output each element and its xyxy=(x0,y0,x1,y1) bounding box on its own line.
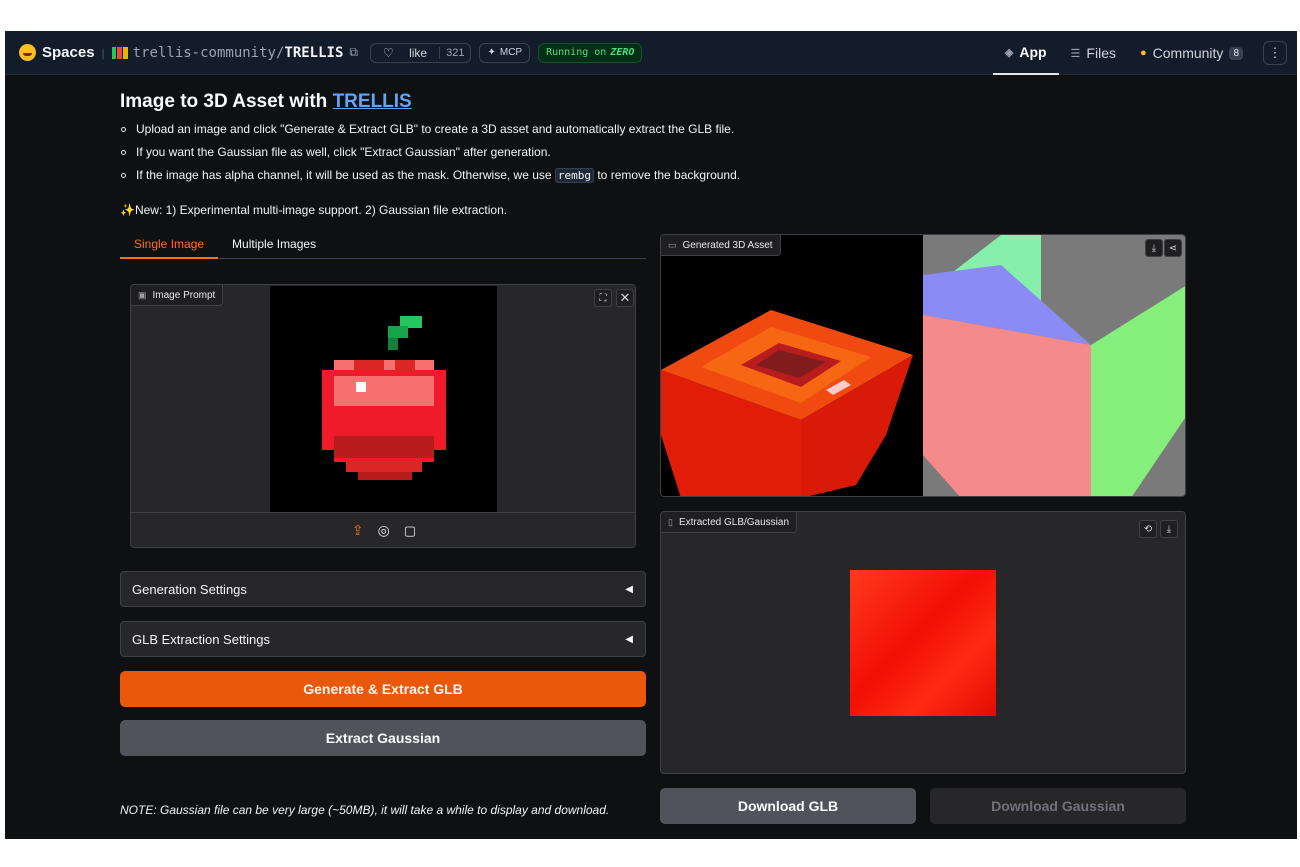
download-icon[interactable]: ⤓ xyxy=(1145,239,1163,257)
brand-label: Spaces xyxy=(42,44,95,61)
news-text: New: 1) Experimental multi-image support… xyxy=(134,203,508,217)
copy-icon[interactable]: ⧉ xyxy=(349,45,358,60)
input-tabs: Single Image Multiple Images xyxy=(120,235,646,259)
download-gaussian-button[interactable]: Download Gaussian xyxy=(930,788,1186,824)
mcp-icon: ✦ xyxy=(487,47,496,58)
top-nav: Spaces | trellis-community/TRELLIS ⧉ ♡ l… xyxy=(5,31,1297,75)
download-icon[interactable]: ⤓ xyxy=(1160,520,1178,538)
tab-single-image[interactable]: Single Image xyxy=(120,235,219,259)
image-icon: ▣ xyxy=(138,289,147,300)
generated-asset-label: ▭ Generated 3D Asset xyxy=(661,235,781,256)
glb-extraction-settings-accordion[interactable]: GLB Extraction Settings ◀ xyxy=(120,621,646,657)
extracted-glb-label: ▯ Extracted GLB/Gaussian xyxy=(661,512,798,533)
running-hardware: ZERO xyxy=(610,47,635,58)
glb-extraction-settings-label: GLB Extraction Settings xyxy=(132,631,271,647)
more-menu-icon[interactable]: ⋮ xyxy=(1263,41,1287,65)
app-cube-icon: ◈ xyxy=(1004,46,1014,59)
spaces-link[interactable]: Spaces xyxy=(19,44,95,61)
uploaded-image xyxy=(270,286,497,512)
download-glb-button[interactable]: Download GLB xyxy=(660,788,916,824)
instruction-text-after: to remove the background. xyxy=(594,168,741,182)
repo-name: TRELLIS xyxy=(284,44,344,61)
reset-view-icon[interactable]: ⟲ xyxy=(1139,520,1157,538)
image-prompt-label-text: Image Prompt xyxy=(152,289,216,301)
close-icon[interactable]: ✕ xyxy=(616,289,634,307)
extracted-glb-label-text: Extracted GLB/Gaussian xyxy=(678,516,790,528)
file-icon: ▯ xyxy=(668,516,673,527)
like-button[interactable]: ♡ like 321 xyxy=(369,42,472,63)
running-label: Running on xyxy=(546,47,607,58)
heart-icon: ♡ xyxy=(382,45,394,60)
files-icon: ☰ xyxy=(1070,47,1081,60)
generation-settings-label: Generation Settings xyxy=(132,581,247,597)
fullscreen-icon[interactable]: ⛶ xyxy=(594,289,612,307)
instructions-list: Upload an image and click "Generate & Ex… xyxy=(120,122,740,191)
repo-avatar-icon xyxy=(111,46,128,59)
tab-multiple-images[interactable]: Multiple Images xyxy=(218,235,330,259)
nav-separator: | xyxy=(101,45,105,60)
instruction-text-before: If the image has alpha channel, it will … xyxy=(136,168,555,182)
tab-files-label: Files xyxy=(1086,45,1116,61)
like-label: like xyxy=(409,45,428,60)
rembg-code: rembg xyxy=(554,168,595,183)
collapse-arrow-icon: ◀ xyxy=(625,583,633,595)
generated-3d-asset-panel[interactable]: ▭ Generated 3D Asset ⤓ ⋖ xyxy=(660,234,1186,497)
glb-model-viewer[interactable] xyxy=(850,570,996,716)
generation-settings-accordion[interactable]: Generation Settings ◀ xyxy=(120,571,646,607)
tab-app-label: App xyxy=(1019,44,1047,60)
repo-path[interactable]: trellis-community/TRELLIS xyxy=(133,45,344,61)
tab-files[interactable]: ☰ Files xyxy=(1059,31,1128,75)
title-prefix: Image to 3D Asset with xyxy=(120,91,333,112)
pixel-apple-image xyxy=(322,316,446,480)
like-count: 321 xyxy=(439,46,470,59)
community-count-badge: 8 xyxy=(1229,46,1243,60)
extract-gaussian-button[interactable]: Extract Gaussian xyxy=(120,720,646,756)
nav-tabs: ◈ App ☰ Files ● Community 8 ⋮ xyxy=(992,31,1297,75)
instruction-item: If the image has alpha channel, it will … xyxy=(120,168,740,191)
hugging-face-logo-icon xyxy=(19,44,36,61)
upload-icon[interactable]: ⇪ xyxy=(352,522,364,539)
mcp-badge[interactable]: ✦ MCP xyxy=(479,42,531,63)
mcp-label: MCP xyxy=(499,47,523,58)
webcam-icon[interactable]: ◎ xyxy=(378,522,390,539)
tab-community[interactable]: ● Community 8 xyxy=(1128,31,1255,75)
video-icon: ▭ xyxy=(668,239,677,250)
gaussian-size-note: NOTE: Gaussian file can be very large (~… xyxy=(120,803,610,817)
tab-community-label: Community xyxy=(1152,45,1224,61)
instruction-item: If you want the Gaussian file as well, c… xyxy=(120,145,740,168)
image-prompt-label: ▣ Image Prompt xyxy=(131,285,224,306)
running-status-badge[interactable]: Running on ZERO xyxy=(538,42,643,63)
generate-extract-glb-button[interactable]: Generate & Extract GLB xyxy=(120,671,646,707)
sparkles-icon: ✨ xyxy=(120,203,135,217)
clipboard-icon[interactable]: ▢ xyxy=(404,523,416,539)
trellis-link[interactable]: TRELLIS xyxy=(333,91,412,112)
extracted-glb-panel[interactable]: ▯ Extracted GLB/Gaussian ⟲ ⤓ xyxy=(660,511,1186,774)
instruction-item: Upload an image and click "Generate & Ex… xyxy=(120,122,740,145)
tab-app[interactable]: ◈ App xyxy=(992,31,1059,75)
collapse-arrow-icon: ◀ xyxy=(625,633,633,645)
generated-asset-preview xyxy=(661,235,1185,496)
image-source-toolbar: ⇪ ◎ ▢ xyxy=(131,512,635,547)
image-prompt-panel[interactable]: ▣ Image Prompt ⛶ ✕ ⇪ ◎ ▢ xyxy=(130,284,636,548)
app-frame: Spaces | trellis-community/TRELLIS ⧉ ♡ l… xyxy=(5,31,1297,839)
repo-owner: trellis-community/ xyxy=(132,44,285,61)
like-label-wrap: ♡ like xyxy=(371,46,439,60)
generated-asset-label-text: Generated 3D Asset xyxy=(682,239,773,251)
community-icon: ● xyxy=(1139,47,1147,59)
page-title: Image to 3D Asset with TRELLIS xyxy=(120,91,412,113)
news-line: ✨New: 1) Experimental multi-image suppor… xyxy=(120,203,507,217)
share-icon[interactable]: ⋖ xyxy=(1164,239,1182,257)
